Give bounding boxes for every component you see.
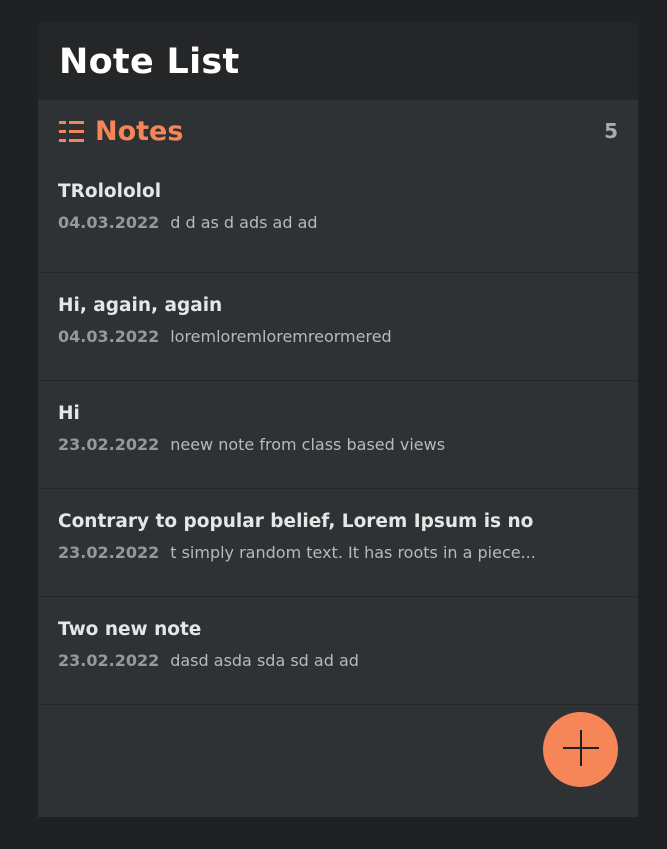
note-date: 04.03.2022 <box>58 213 160 232</box>
notes-header: Notes 5 <box>38 100 638 162</box>
note-title: TRolololol <box>58 181 162 202</box>
list-item[interactable]: Two new note 23.02.2022 dasd asda sda sd … <box>38 597 638 705</box>
note-date: 23.02.2022 <box>58 435 160 454</box>
list-icon <box>59 120 84 143</box>
note-list: TRolololol 04.03.2022 d d as d ads ad ad … <box>38 162 638 705</box>
plus-icon <box>562 729 600 771</box>
notes-app: Note List Notes 5 TRolololol 04.03.2022 d… <box>38 23 638 817</box>
note-preview: loremloremloremreormered <box>170 327 392 346</box>
notes-section-title: Notes <box>95 115 184 147</box>
list-item[interactable]: Contrary to popular belief, Lorem Ipsum … <box>38 489 638 597</box>
note-preview: t simply random text. It has roots in a … <box>170 543 536 562</box>
note-title: Contrary to popular belief, Lorem Ipsum … <box>58 511 534 532</box>
note-title: Hi, again, again <box>58 295 223 316</box>
notes-count: 5 <box>604 119 618 143</box>
note-title: Hi <box>58 403 80 424</box>
note-meta: 04.03.2022 d d as d ads ad ad <box>58 213 618 232</box>
note-meta: 23.02.2022 dasd asda sda sd ad ad <box>58 651 618 670</box>
note-preview: d d as d ads ad ad <box>170 213 318 232</box>
note-meta: 23.02.2022 t simply random text. It has r… <box>58 543 618 562</box>
note-meta: 23.02.2022 neew note from class based vie… <box>58 435 618 454</box>
note-date: 23.02.2022 <box>58 651 160 670</box>
note-preview: dasd asda sda sd ad ad <box>170 651 359 670</box>
note-title: Two new note <box>58 619 202 640</box>
list-item[interactable]: Hi, again, again 04.03.2022 loremloremlor… <box>38 273 638 381</box>
note-date: 23.02.2022 <box>58 543 160 562</box>
add-note-button[interactable] <box>543 712 618 787</box>
note-meta: 04.03.2022 loremloremloremreormered <box>58 327 618 346</box>
list-item[interactable]: Hi 23.02.2022 neew note from class based … <box>38 381 638 489</box>
note-preview: neew note from class based views <box>170 435 446 454</box>
note-date: 04.03.2022 <box>58 327 160 346</box>
list-item[interactable]: TRolololol 04.03.2022 d d as d ads ad ad <box>38 162 638 273</box>
app-header: Note List <box>38 23 638 100</box>
notes-title-group: Notes <box>59 116 183 147</box>
page-title: Note List <box>59 41 240 82</box>
